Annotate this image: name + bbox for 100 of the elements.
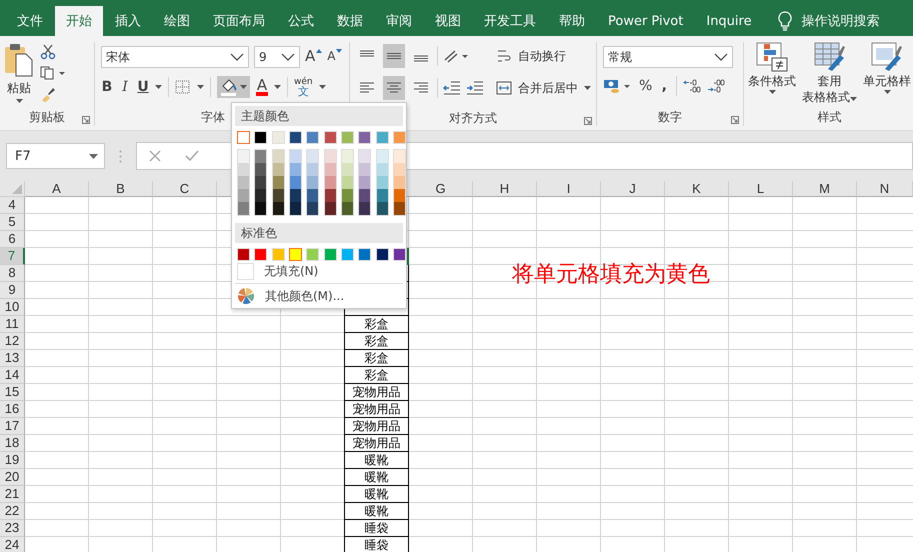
caret-icon[interactable]: [274, 85, 281, 89]
color-swatch[interactable]: [290, 150, 301, 163]
color-swatch[interactable]: [342, 202, 353, 215]
currency-icon[interactable]: [603, 78, 633, 94]
color-swatch[interactable]: [359, 150, 370, 163]
font-name-field[interactable]: 宋体: [101, 46, 249, 68]
cell-styles-button[interactable]: 单元格样: [863, 42, 911, 108]
comma-button[interactable]: ,: [658, 78, 670, 94]
color-swatch[interactable]: [255, 163, 266, 176]
row-header[interactable]: 24: [0, 537, 25, 552]
ribbon-tab[interactable]: 开始: [55, 6, 103, 36]
color-swatch[interactable]: [290, 163, 301, 176]
row-header[interactable]: 19: [0, 452, 25, 469]
color-swatch[interactable]: [272, 163, 284, 176]
color-swatch[interactable]: [394, 189, 405, 202]
color-swatch[interactable]: [376, 150, 388, 163]
row-header[interactable]: 20: [0, 469, 25, 486]
color-swatch[interactable]: [359, 163, 370, 176]
chevron-icon[interactable]: [281, 53, 295, 61]
row-header[interactable]: 22: [0, 503, 25, 520]
row-header[interactable]: 7: [0, 248, 25, 265]
color-swatch[interactable]: [272, 150, 284, 163]
row-header[interactable]: 12: [0, 333, 25, 350]
ribbon-tab[interactable]: 视图: [424, 6, 472, 36]
color-swatch[interactable]: [255, 176, 266, 189]
row-header[interactable]: 4: [0, 197, 25, 214]
row-header[interactable]: 9: [0, 282, 25, 299]
color-swatch[interactable]: [307, 189, 318, 202]
color-swatch[interactable]: [255, 202, 266, 215]
color-swatch[interactable]: [376, 176, 388, 189]
color-swatch[interactable]: [359, 202, 370, 215]
color-swatch[interactable]: [255, 189, 266, 202]
color-swatch[interactable]: [238, 189, 249, 202]
row-header[interactable]: 17: [0, 418, 25, 435]
color-swatch[interactable]: [238, 163, 249, 176]
align-button[interactable]: [383, 76, 405, 100]
color-swatch[interactable]: [307, 163, 318, 176]
color-swatch[interactable]: [359, 176, 370, 189]
color-swatch[interactable]: [376, 202, 388, 215]
color-swatch[interactable]: [272, 176, 284, 189]
color-swatch[interactable]: [307, 150, 318, 163]
color-swatch[interactable]: [238, 202, 249, 215]
text-orientation-icon[interactable]: [443, 48, 469, 64]
color-swatch[interactable]: [272, 189, 284, 202]
caret-icon[interactable]: [155, 85, 162, 89]
caret-icon[interactable]: [197, 85, 204, 89]
color-swatch[interactable]: [255, 150, 266, 163]
row-header[interactable]: 21: [0, 486, 25, 503]
ribbon-tab[interactable]: 帮助: [548, 6, 596, 36]
percent-button[interactable]: %: [639, 78, 652, 94]
fill-color-button[interactable]: [217, 76, 250, 98]
row-header[interactable]: 23: [0, 520, 25, 537]
row-header[interactable]: 15: [0, 384, 25, 401]
color-swatch[interactable]: [237, 131, 250, 144]
search-hint[interactable]: 操作说明搜索: [802, 12, 880, 30]
font-color-button[interactable]: A: [256, 78, 268, 96]
row-header[interactable]: 13: [0, 350, 25, 367]
color-swatch[interactable]: [394, 163, 405, 176]
copy-icon[interactable]: [40, 66, 66, 80]
color-swatch[interactable]: [394, 150, 405, 163]
dialog-launcher-icon[interactable]: [82, 116, 90, 124]
color-swatch[interactable]: [324, 202, 336, 215]
caret-icon[interactable]: [89, 154, 98, 158]
no-fill-item[interactable]: 无填充(N): [232, 261, 406, 281]
row-header[interactable]: 10: [0, 299, 25, 316]
row-header[interactable]: 18: [0, 435, 25, 452]
ribbon-tab[interactable]: 数据: [326, 6, 374, 36]
ribbon-tab[interactable]: 页面布局: [202, 6, 276, 36]
color-swatch[interactable]: [324, 176, 336, 189]
color-swatch[interactable]: [290, 176, 301, 189]
ribbon-tab[interactable]: 开发工具: [473, 6, 547, 36]
color-swatch[interactable]: [289, 248, 302, 261]
decrease-indent-icon[interactable]: [443, 81, 461, 95]
name-box[interactable]: F7: [6, 143, 105, 169]
color-swatch[interactable]: [342, 150, 353, 163]
row-header[interactable]: 14: [0, 367, 25, 384]
color-swatch[interactable]: [324, 150, 336, 163]
color-swatch[interactable]: [394, 176, 405, 189]
format-as-table-button[interactable]: 套用 表格格式: [802, 42, 857, 108]
ribbon-tab[interactable]: 公式: [277, 6, 325, 36]
color-swatch[interactable]: [290, 189, 301, 202]
shrink-font-button[interactable]: A: [327, 47, 342, 67]
ribbon-tab[interactable]: Power Pivot: [597, 6, 694, 36]
color-swatch[interactable]: [324, 163, 336, 176]
color-swatch[interactable]: [238, 176, 249, 189]
chevron-icon[interactable]: [230, 53, 244, 61]
row-header[interactable]: 8: [0, 265, 25, 282]
dialog-launcher-icon[interactable]: [584, 117, 592, 125]
bold-button[interactable]: B: [101, 79, 113, 95]
color-swatch[interactable]: [342, 163, 353, 176]
row-header[interactable]: 16: [0, 401, 25, 418]
underline-button[interactable]: U: [137, 79, 149, 95]
more-colors-item[interactable]: 其他颜色(M)...: [232, 286, 406, 306]
merge-center-button[interactable]: 合并后居中: [496, 76, 591, 100]
color-swatch[interactable]: [342, 189, 353, 202]
increase-decimal-icon[interactable]: [683, 78, 702, 94]
color-swatch[interactable]: [342, 176, 353, 189]
ribbon-tab[interactable]: 插入: [104, 6, 152, 36]
align-button[interactable]: [383, 44, 405, 68]
phonetic-button[interactable]: wén 文: [294, 77, 313, 97]
